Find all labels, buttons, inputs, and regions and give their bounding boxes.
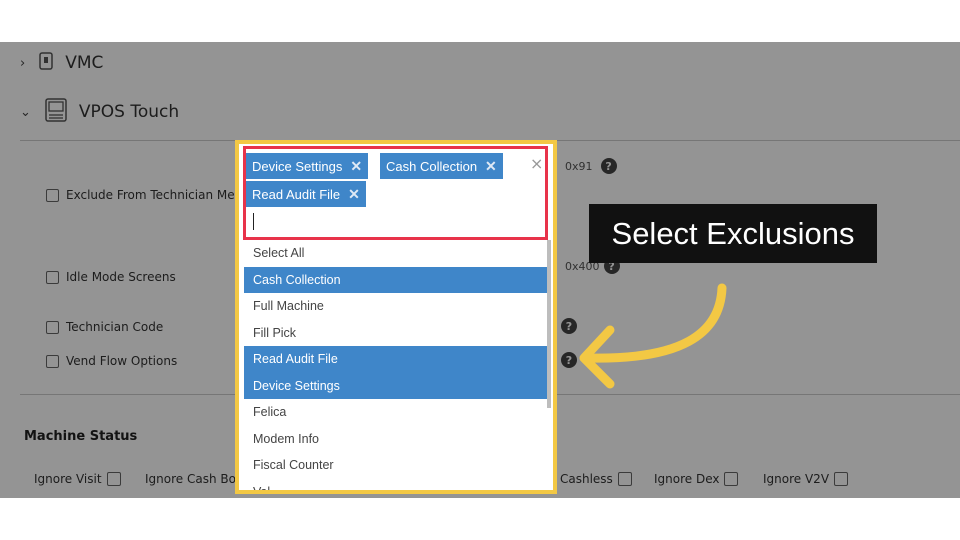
option-cash-collection[interactable]: Cash Collection xyxy=(244,266,548,293)
dropdown-options-list[interactable]: Select All Cash Collection Full Machine … xyxy=(244,240,548,490)
option-read-audit-file[interactable]: Read Audit File xyxy=(244,346,548,373)
tag-device-settings[interactable]: Device Settings ✕ xyxy=(246,153,369,179)
tag-cash-collection[interactable]: Cash Collection ✕ xyxy=(380,153,503,179)
select-exclusions-callout: Select Exclusions xyxy=(589,204,877,263)
tag-label: Read Audit File xyxy=(252,186,341,202)
remove-tag-icon[interactable]: ✕ xyxy=(348,186,360,203)
search-input-caret[interactable] xyxy=(253,213,254,230)
option-device-settings[interactable]: Device Settings xyxy=(244,372,548,399)
option-select-all[interactable]: Select All xyxy=(244,240,548,267)
option-full-machine[interactable]: Full Machine xyxy=(244,293,548,320)
tag-label: Device Settings xyxy=(252,158,343,174)
option-partial[interactable]: Val... xyxy=(244,479,548,490)
remove-tag-icon[interactable]: ✕ xyxy=(350,158,362,175)
option-felica[interactable]: Felica xyxy=(244,399,548,426)
tag-label: Cash Collection xyxy=(386,158,478,174)
remove-tag-icon[interactable]: ✕ xyxy=(485,158,497,175)
dropdown-scrollbar[interactable] xyxy=(547,240,551,408)
tag-read-audit-file[interactable]: Read Audit File ✕ xyxy=(246,181,366,207)
clear-all-icon[interactable]: × xyxy=(530,154,543,173)
curved-arrow-icon xyxy=(579,283,727,389)
option-fill-pick[interactable]: Fill Pick xyxy=(244,320,548,347)
option-fiscal-counter[interactable]: Fiscal Counter xyxy=(244,452,548,479)
option-modem-info[interactable]: Modem Info xyxy=(244,426,548,453)
